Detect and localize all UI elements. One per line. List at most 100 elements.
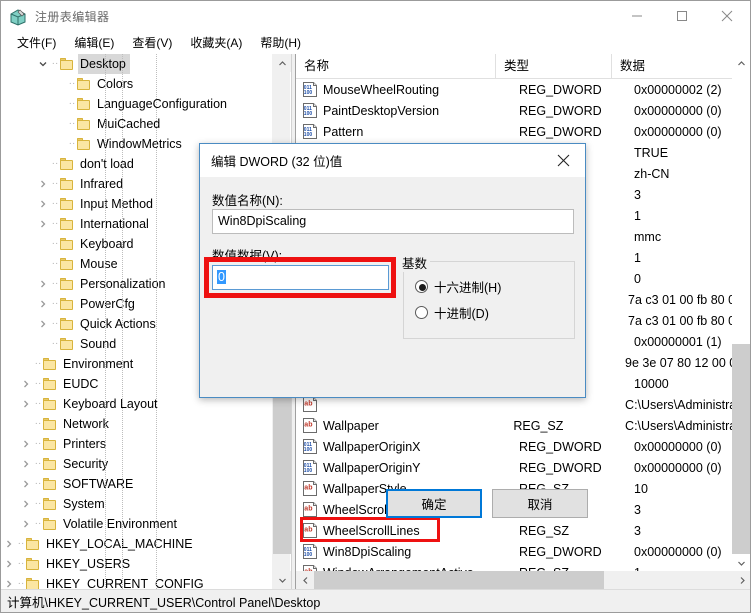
- svg-text:ab: ab: [304, 527, 312, 534]
- tree-connector: ··: [34, 438, 42, 449]
- table-row[interactable]: 011 100 Win8DpiScaling REG_DWORD 0x00000000 …: [296, 541, 733, 562]
- chevron-right-icon[interactable]: [18, 454, 34, 474]
- chevron-right-icon[interactable]: [18, 474, 34, 494]
- chevron-right-icon[interactable]: [35, 274, 51, 294]
- list-hscroll-thumb[interactable]: [314, 571, 604, 589]
- tree-item-label: Keyboard Layout: [63, 397, 158, 411]
- tree-item-label: Volatile Environment: [63, 517, 177, 531]
- table-row[interactable]: 011 100 MouseWheelRouting REG_DWORD 0x000000…: [296, 79, 733, 100]
- table-row[interactable]: 011 100 Pattern REG_DWORD 0x00000000 (0): [296, 121, 733, 142]
- chevron-down-icon[interactable]: [35, 54, 51, 74]
- ok-button[interactable]: 确定: [386, 489, 482, 518]
- folder-icon: [59, 157, 75, 171]
- value-data-cell: TRUE: [634, 145, 669, 160]
- table-row[interactable]: ab WheelScrollLines REG_SZ 3: [296, 520, 733, 541]
- menu-edit[interactable]: 编辑(E): [65, 34, 123, 53]
- menu-favorites[interactable]: 收藏夹(A): [181, 34, 251, 53]
- tree-item-colors[interactable]: ·· Colors: [1, 74, 273, 94]
- tree-scroll-down-button[interactable]: [273, 571, 291, 589]
- list-scroll-left-button[interactable]: [296, 571, 314, 589]
- list-scroll-right-button[interactable]: [733, 571, 750, 589]
- tree-item-hkey-local-machine[interactable]: ·· HKEY_LOCAL_MACHINE: [1, 534, 273, 554]
- folder-icon: [76, 77, 92, 91]
- window-controls: [614, 1, 749, 31]
- maximize-button[interactable]: [659, 1, 704, 31]
- string-icon: ab: [302, 502, 318, 517]
- column-header-name[interactable]: 名称: [296, 54, 496, 79]
- close-button[interactable]: [704, 1, 749, 31]
- chevron-right-icon[interactable]: [35, 194, 51, 214]
- column-header-type[interactable]: 类型: [496, 54, 612, 79]
- tree-item-desktop[interactable]: ·· Desktop: [1, 54, 273, 74]
- table-row[interactable]: 011 100 PaintDesktopVersion REG_DWORD 0x0000…: [296, 100, 733, 121]
- tree-item-languageconfiguration[interactable]: ·· LanguageConfiguration: [1, 94, 273, 114]
- chevron-right-icon[interactable]: [18, 494, 34, 514]
- cancel-button[interactable]: 取消: [492, 489, 588, 518]
- value-name-input[interactable]: Win8DpiScaling: [212, 209, 574, 234]
- tree-item-volatile-environment[interactable]: ·· Volatile Environment: [1, 514, 273, 534]
- dword-icon: 011100: [302, 82, 318, 97]
- chevron-right-icon[interactable]: [1, 554, 17, 574]
- chevron-right-icon[interactable]: [35, 294, 51, 314]
- chevron-right-icon[interactable]: [35, 314, 51, 334]
- tree-item-system[interactable]: ·· System: [1, 494, 273, 514]
- list-scroll-thumb[interactable]: [732, 344, 750, 554]
- radio-hexadecimal[interactable]: 十六进制(H): [415, 277, 501, 296]
- menu-view[interactable]: 查看(V): [123, 34, 181, 53]
- chevron-right-icon[interactable]: [18, 394, 34, 414]
- chevron-right-icon[interactable]: [18, 514, 34, 534]
- tree-item-muicached[interactable]: ·· MuiCached: [1, 114, 273, 134]
- chevron-right-icon[interactable]: [18, 374, 34, 394]
- menu-help[interactable]: 帮助(H): [251, 34, 310, 53]
- tree-connector: ··: [34, 498, 42, 509]
- chevron-right-icon[interactable]: [35, 214, 51, 234]
- tree-item-label: HKEY_LOCAL_MACHINE: [46, 537, 193, 551]
- tree-item-hkey-users[interactable]: ·· HKEY_USERS: [1, 554, 273, 574]
- chevron-right-icon[interactable]: [1, 574, 17, 589]
- tree-connector: ··: [51, 258, 59, 269]
- table-row[interactable]: 011 100 WallpaperOriginY REG_DWORD 0x0000000…: [296, 457, 733, 478]
- dialog-close-button[interactable]: [541, 144, 585, 176]
- tree-item-hkey-current-config[interactable]: ·· HKEY_CURRENT_CONFIG: [1, 574, 273, 589]
- tree-item-network[interactable]: ·· Network: [1, 414, 273, 434]
- minimize-button[interactable]: [614, 1, 659, 31]
- svg-text:ab: ab: [304, 422, 312, 429]
- tree-item-printers[interactable]: ·· Printers: [1, 434, 273, 454]
- folder-icon: [25, 577, 41, 589]
- tree-item-label: SOFTWARE: [63, 477, 134, 491]
- tree-item-software[interactable]: ·· SOFTWARE: [1, 474, 273, 494]
- folder-icon: [42, 497, 58, 511]
- value-data-cell: 3: [634, 187, 641, 202]
- chevron-right-icon[interactable]: [18, 434, 34, 454]
- tree-item-security[interactable]: ·· Security: [1, 454, 273, 474]
- chevron-right-icon[interactable]: [35, 174, 51, 194]
- string-icon: ab: [302, 397, 318, 412]
- tree-connector: ··: [68, 98, 76, 109]
- value-data-label: 数值数据(V):: [212, 249, 283, 263]
- tree-scroll-up-button[interactable]: [273, 54, 291, 72]
- folder-icon: [59, 337, 75, 351]
- radio-decimal[interactable]: 十进制(D): [415, 303, 489, 322]
- string-icon: ab: [302, 481, 318, 496]
- chevron-right-icon[interactable]: [1, 534, 17, 554]
- title-bar: 注册表编辑器: [1, 1, 750, 32]
- list-vertical-scrollbar[interactable]: [732, 54, 750, 572]
- list-scroll-up-button[interactable]: [732, 54, 750, 72]
- tree-connector: ··: [68, 138, 76, 149]
- svg-text:100: 100: [304, 468, 313, 474]
- column-header-data[interactable]: 数据: [612, 54, 733, 79]
- tree-connector: ··: [34, 518, 42, 529]
- list-horizontal-scrollbar[interactable]: [296, 571, 750, 589]
- value-data-input[interactable]: 0: [212, 265, 389, 290]
- menu-file[interactable]: 文件(F): [8, 34, 65, 53]
- tree-connector: ··: [68, 78, 76, 89]
- list-scroll-down-button[interactable]: [732, 554, 750, 572]
- table-row[interactable]: ab Wallpaper REG_SZ C:\Users\Administra: [296, 415, 733, 436]
- table-row[interactable]: 011 100 WallpaperOriginX REG_DWORD 0x0000000…: [296, 436, 733, 457]
